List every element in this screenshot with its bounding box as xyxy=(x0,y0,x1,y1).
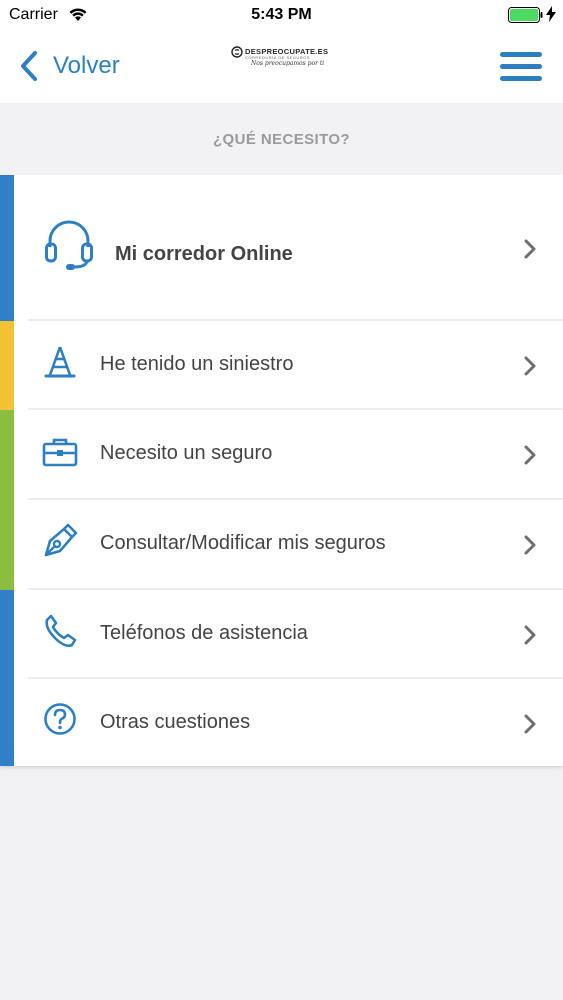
chevron-left-icon xyxy=(21,51,37,81)
menu-line-icon xyxy=(500,52,542,57)
options-list: Mi corredor Online He tenido un siniestr… xyxy=(0,175,563,766)
app-logo: DESPREOCUPATE.ES CORREDURÍA DE SEGUROS N… xyxy=(231,46,331,74)
pen-nib-icon xyxy=(44,523,78,557)
list-item-consultar-modificar[interactable]: Consultar/Modificar mis seguros xyxy=(14,500,563,590)
color-stripe-yellow xyxy=(0,321,14,410)
navigation-bar: Volver DESPREOCUPATE.ES CORREDURÍA DE SE… xyxy=(0,30,563,103)
list-item-mi-corredor[interactable]: Mi corredor Online xyxy=(14,175,563,321)
section-header: ¿QUÉ NECESITO? xyxy=(0,103,563,175)
logo-mark-icon xyxy=(231,46,243,58)
traffic-cone-icon xyxy=(44,346,76,378)
list-item-label: Necesito un seguro xyxy=(100,442,273,464)
chevron-right-icon xyxy=(524,445,536,465)
back-label: Volver xyxy=(53,52,120,79)
list-item-label: Teléfonos de asistencia xyxy=(100,622,308,644)
hamburger-menu-button[interactable] xyxy=(500,51,544,83)
list-item-label: He tenido un siniestro xyxy=(100,353,294,375)
logo-tagline: Nos preocupamos por ti xyxy=(251,60,325,67)
battery-icon xyxy=(508,7,543,23)
chevron-right-icon xyxy=(524,535,536,555)
color-stripe-green xyxy=(0,410,14,590)
list-item-label: Mi corredor Online xyxy=(115,243,293,265)
charging-icon xyxy=(546,6,556,22)
chevron-right-icon xyxy=(524,356,536,376)
question-icon xyxy=(44,703,76,735)
headset-icon xyxy=(45,220,93,270)
list-item-label: Consultar/Modificar mis seguros xyxy=(100,532,386,554)
menu-line-icon xyxy=(500,76,542,81)
section-title: ¿QUÉ NECESITO? xyxy=(212,130,350,148)
chevron-right-icon xyxy=(524,714,536,734)
menu-line-icon xyxy=(500,64,542,69)
status-bar: Carrier 5:43 PM xyxy=(0,0,563,30)
list-item-telefonos[interactable]: Teléfonos de asistencia xyxy=(14,590,563,679)
color-stripe-blue xyxy=(0,590,14,766)
color-stripe-blue xyxy=(0,175,14,321)
briefcase-icon xyxy=(42,438,78,467)
list-item-siniestro[interactable]: He tenido un siniestro xyxy=(14,321,563,410)
list-item-necesito-seguro[interactable]: Necesito un seguro xyxy=(14,410,563,500)
list-item-label: Otras cuestiones xyxy=(100,711,251,733)
chevron-right-icon xyxy=(524,625,536,645)
chevron-right-icon xyxy=(524,239,536,259)
phone-icon xyxy=(45,614,77,647)
back-button[interactable]: Volver xyxy=(18,48,120,84)
list-item-otras-cuestiones[interactable]: Otras cuestiones xyxy=(14,679,563,766)
clock: 5:43 PM xyxy=(251,6,312,23)
